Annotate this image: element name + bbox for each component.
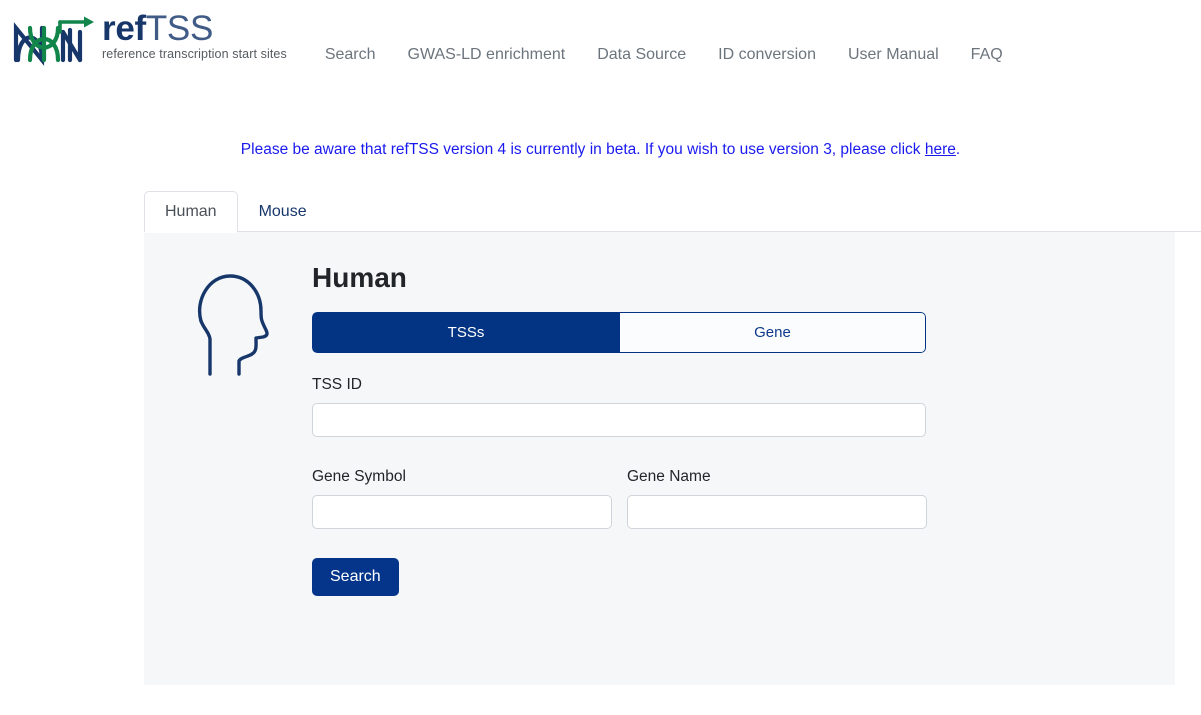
- nav-item-data-source[interactable]: Data Source: [581, 46, 702, 64]
- beta-notice-period: .: [955, 141, 961, 158]
- nav-item-search[interactable]: Search: [309, 46, 392, 64]
- species-tab-bar: Human Mouse: [0, 190, 1201, 233]
- panel-species-icon-wrap: [144, 262, 312, 381]
- gene-fields-row: Gene Symbol Gene Name: [312, 447, 927, 529]
- nav-item-faq[interactable]: FAQ: [955, 46, 1019, 64]
- tab-human[interactable]: Human: [144, 191, 238, 233]
- brand-wordmark-light: TSS: [145, 9, 214, 48]
- site-header: refTSS reference transcription start sit…: [0, 0, 1201, 78]
- beta-notice-text: Please be aware that refTSS version 4 is…: [240, 141, 925, 158]
- nav-item-id-conversion[interactable]: ID conversion: [702, 46, 832, 64]
- gene-name-field: Gene Name: [627, 447, 927, 529]
- tss-id-input[interactable]: [312, 403, 926, 437]
- panel-body: Human TSSs Gene TSS ID Gene Symbol Gene …: [312, 262, 928, 596]
- tss-id-label: TSS ID: [312, 376, 362, 393]
- panel-title: Human: [312, 262, 407, 293]
- human-head-profile-icon: [183, 266, 273, 381]
- gene-name-input[interactable]: [627, 495, 927, 529]
- beta-notice-banner: Please be aware that refTSS version 4 is…: [0, 141, 1201, 159]
- tab-mouse[interactable]: Mouse: [238, 191, 328, 232]
- main-navigation: Search GWAS-LD enrichment Data Source ID…: [309, 8, 1019, 64]
- nav-item-gwas-ld-enrichment[interactable]: GWAS-LD enrichment: [392, 46, 582, 64]
- gene-symbol-field: Gene Symbol: [312, 447, 612, 529]
- mode-button-tsss[interactable]: TSSs: [312, 312, 619, 353]
- nav-item-user-manual[interactable]: User Manual: [832, 46, 955, 64]
- brand-tagline: reference transcription start sites: [102, 47, 287, 61]
- brand-logo[interactable]: refTSS reference transcription start sit…: [8, 8, 287, 68]
- brand-wordmark-bold: ref: [102, 9, 146, 48]
- brand-text: refTSS reference transcription start sit…: [102, 8, 287, 62]
- gene-symbol-label: Gene Symbol: [312, 468, 406, 485]
- brand-wordmark: refTSS: [102, 9, 213, 48]
- gene-name-label: Gene Name: [627, 468, 711, 485]
- dna-helix-arrow-logo-icon: [8, 10, 96, 68]
- beta-notice-version3-link[interactable]: here: [925, 141, 956, 158]
- gene-symbol-input[interactable]: [312, 495, 612, 529]
- search-panel: Human TSSs Gene TSS ID Gene Symbol Gene …: [144, 232, 1175, 685]
- mode-button-gene[interactable]: Gene: [619, 312, 926, 353]
- search-mode-toggle: TSSs Gene: [312, 312, 926, 353]
- search-submit-button[interactable]: Search: [312, 558, 399, 596]
